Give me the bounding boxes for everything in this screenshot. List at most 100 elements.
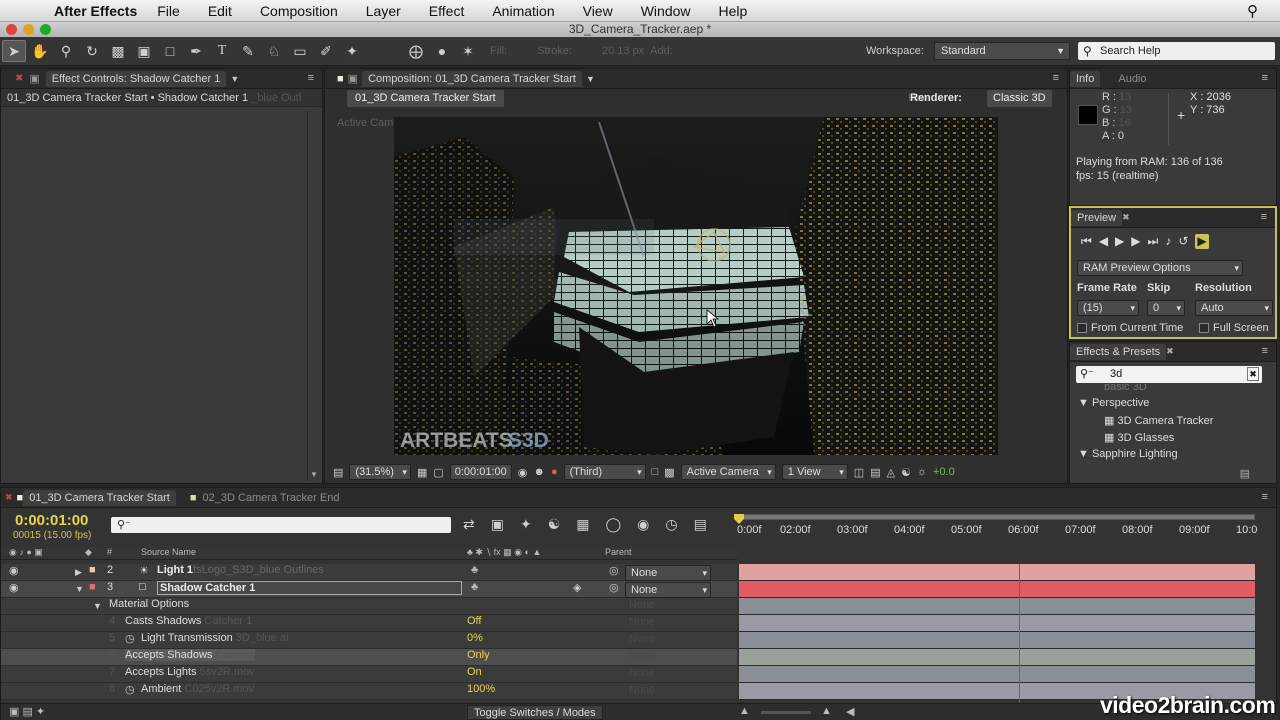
tab-preview[interactable]: Preview [1071, 209, 1123, 226]
composition-breadcrumb[interactable]: 01_3D Camera Tracker Start [347, 90, 504, 107]
spotlight-search-icon[interactable]: ⚲ [1247, 2, 1258, 20]
pan-behind-tool-icon[interactable]: ▣ [132, 40, 156, 62]
panel-menu-icon[interactable]: ≡ [1262, 491, 1268, 503]
label-color-icon[interactable]: ■ [89, 581, 96, 593]
play-icon[interactable]: ▶ [1115, 234, 1124, 249]
shy-switch-icon[interactable]: ♣ [471, 564, 478, 576]
time-ruler[interactable]: 0:00f 02:00f 03:00f 04:00f 05:00f 06:00f… [737, 514, 1257, 536]
current-time-field[interactable]: 0:00:01:00 [449, 464, 512, 480]
menu-file[interactable]: File [157, 3, 180, 19]
region-of-interest-icon[interactable]: □ [652, 466, 659, 478]
from-current-time-checkbox[interactable]: From Current Time [1077, 322, 1183, 334]
timeline-search-input[interactable]: ⚲⁻ [111, 517, 451, 533]
panel-menu-icon[interactable]: ≡ [1261, 211, 1267, 223]
panel-menu-icon[interactable]: ≡ [308, 72, 314, 84]
loop-icon[interactable]: ↺ [1178, 234, 1188, 249]
collapse-arrow-icon[interactable]: ▼ [75, 584, 84, 594]
group-perspective[interactable]: ▼ Perspective [1078, 397, 1149, 409]
effect-3d-glasses[interactable]: ▦ 3D Glasses [1104, 431, 1174, 444]
audio-icon[interactable]: ♪ [1165, 234, 1171, 249]
search-help-input[interactable]: ⚲ Search Help [1078, 42, 1275, 60]
scroll-left-icon[interactable]: ◀ [846, 705, 854, 718]
toggle-switches-modes-button[interactable]: Toggle Switches / Modes [467, 705, 603, 720]
ram-preview-icon[interactable]: ▶ [1195, 234, 1209, 249]
workspace-select[interactable]: Standard ▼ [934, 42, 1070, 60]
composition-viewer[interactable]: ARTBEATS S3D [394, 117, 998, 455]
tab-effects-presets[interactable]: Effects & Presets [1070, 343, 1167, 360]
full-screen-checkbox[interactable]: Full Screen [1199, 322, 1269, 334]
exposure-value[interactable]: +0.0 [933, 466, 955, 478]
selection-tool-icon[interactable]: ➤ [2, 40, 26, 62]
zoom-select[interactable]: (31.5%) [349, 464, 411, 480]
property-ambient[interactable]: 8 ◷ Ambient C025v2R.mov 100% None [1, 683, 737, 700]
property-value[interactable]: 0% [467, 632, 483, 644]
scroll-down-icon[interactable]: ▼ [310, 470, 318, 479]
channel-icon[interactable]: ● [551, 466, 558, 478]
panel-menu-icon[interactable]: ≡ [1053, 72, 1059, 84]
grid-icon[interactable]: ▦ [417, 466, 427, 479]
material-options-row[interactable]: ▼ Material Options None [1, 598, 737, 615]
chevron-down-icon[interactable]: ▼ [230, 74, 239, 84]
close-icon[interactable]: ✖ [15, 73, 23, 84]
menu-help[interactable]: Help [719, 3, 748, 19]
col-source-name[interactable]: Source Name [141, 547, 196, 557]
tab-timeline-start[interactable]: 01_3D Camera Tracker Start [23, 489, 176, 506]
tab-effect-controls[interactable]: Effect Controls: Shadow Catcher 1 [45, 70, 227, 87]
minimize-window-icon[interactable] [23, 24, 34, 35]
menu-animation[interactable]: Animation [492, 3, 554, 19]
pickwhip-icon[interactable]: ◎ [609, 564, 619, 577]
tab-info[interactable]: Info [1070, 70, 1101, 87]
live-update-icon[interactable]: ▣ [491, 516, 504, 533]
first-frame-icon[interactable]: ⏮ [1081, 234, 1092, 249]
menu-window[interactable]: Window [641, 3, 691, 19]
camera-view-select[interactable]: Active Camera [680, 464, 776, 480]
frame-rate-select[interactable]: (15) [1077, 300, 1139, 316]
panel-menu-icon[interactable]: ≡ [1262, 345, 1268, 357]
skip-select[interactable]: 0 [1147, 300, 1185, 316]
local-axis-icon[interactable]: ⨁ [404, 40, 428, 62]
comp-mini-flowchart-icon[interactable]: ⇄ [463, 516, 475, 533]
effects-search-input[interactable]: ⚲⁻ 3d ✖ [1076, 366, 1262, 383]
zoom-window-icon[interactable] [40, 24, 51, 35]
property-casts-shadows[interactable]: 4 Casts Shadows Catcher 1 Off None [1, 615, 737, 632]
effect-3d-camera-tracker[interactable]: ▦ 3D Camera Tracker [1104, 414, 1213, 427]
frame-blending-icon[interactable]: ▦ [576, 516, 589, 533]
view-layout-select[interactable]: 1 View [781, 464, 848, 480]
expand-arrow-icon[interactable]: ▶ [75, 567, 82, 578]
effect-item-partial[interactable]: basic 3D [1104, 384, 1147, 392]
camera-tool-icon[interactable]: ▩ [106, 40, 130, 62]
snapshot-icon[interactable]: ◉ [518, 466, 528, 479]
collapse-arrow-icon[interactable]: ▼ [93, 601, 102, 611]
toggle-pixel-aspect-icon[interactable]: ◫ [854, 466, 864, 479]
label-color-icon[interactable]: ■ [89, 564, 96, 576]
property-accepts-lights[interactable]: 7 Accepts Lights 5sv2R.mov On None [1, 666, 737, 683]
property-value[interactable]: Off [467, 615, 481, 627]
work-area-bar[interactable] [737, 514, 1255, 520]
parent-select[interactable]: None [625, 565, 711, 581]
lock-icon[interactable]: ▣ [29, 72, 39, 85]
graph-editor-icon[interactable]: ◉ [637, 516, 649, 533]
draft-3d-icon[interactable]: ✦ [520, 516, 532, 533]
rectangle-tool-icon[interactable]: □ [158, 40, 182, 62]
transparency-grid-icon[interactable]: ▩ [664, 466, 674, 479]
panel-menu-icon[interactable]: ≡ [1262, 72, 1268, 84]
clear-search-icon[interactable]: ✖ [1247, 367, 1259, 381]
rotate-tool-icon[interactable]: ↻ [80, 40, 104, 62]
zoom-tool-icon[interactable]: ⚲ [54, 40, 78, 62]
show-snapshot-icon[interactable]: ☻ [533, 466, 545, 478]
menu-edit[interactable]: Edit [208, 3, 232, 19]
group-sapphire-lighting[interactable]: ▼ Sapphire Lighting [1078, 448, 1178, 460]
view-axis-icon[interactable]: ✶ [456, 40, 480, 62]
menu-layer[interactable]: Layer [366, 3, 401, 19]
lock-icon[interactable]: ▣ [348, 72, 358, 85]
tab-audio[interactable]: Audio [1112, 71, 1152, 87]
hand-tool-icon[interactable]: ✋ [28, 40, 52, 62]
menu-view[interactable]: View [583, 3, 613, 19]
stopwatch-icon[interactable]: ◷ [125, 683, 135, 696]
chevron-down-icon[interactable]: ▼ [586, 74, 595, 84]
layer-row-shadow-catcher[interactable]: ◉ ▼ ■ 3 □ Shadow Catcher 1 ♣ ◈ ◎ None [1, 581, 737, 598]
world-axis-icon[interactable]: ● [430, 40, 454, 62]
footer-toggle-icons[interactable]: ▣ ▤ ✦ [9, 705, 45, 718]
eraser-tool-icon[interactable]: ▭ [288, 40, 312, 62]
renderer-button[interactable]: Classic 3D [987, 90, 1052, 107]
